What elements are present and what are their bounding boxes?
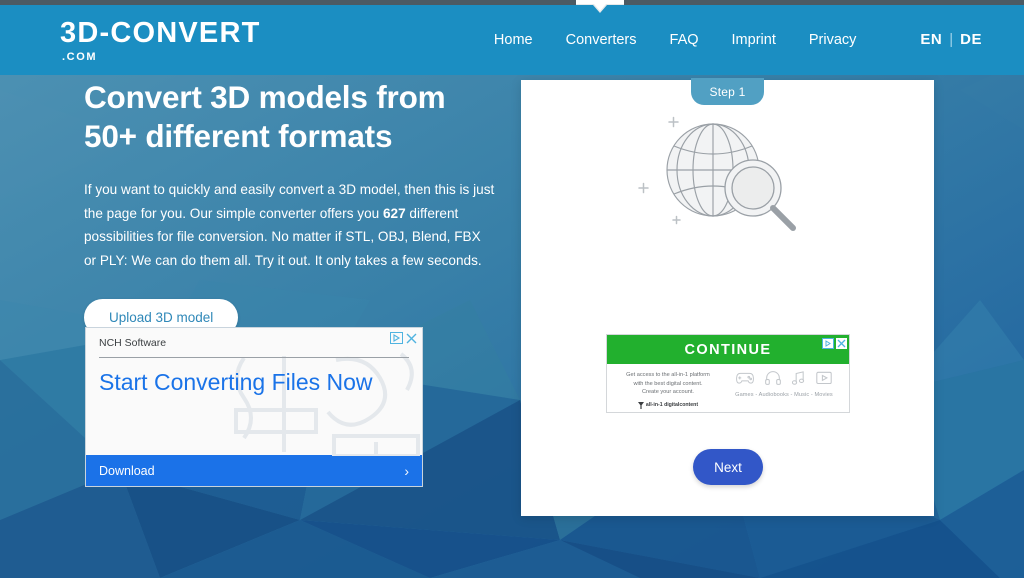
ad-right-brand: all-in-1 digitalcontent bbox=[637, 401, 699, 409]
ad-right-copy-text: Get access to the all-in-1 platform with… bbox=[626, 371, 710, 397]
advertisement-right[interactable]: CONTINUE Get access to the all-in-1 plat… bbox=[606, 334, 850, 413]
ad-right-controls bbox=[822, 336, 847, 354]
ad-left-divider bbox=[99, 357, 409, 358]
browser-chrome-strip bbox=[0, 0, 1024, 5]
adchoices-icon[interactable] bbox=[390, 331, 403, 349]
music-note-icon bbox=[792, 370, 805, 385]
adchoices-icon[interactable] bbox=[822, 336, 834, 354]
header-notch bbox=[576, 0, 624, 14]
ad-right-icon-block: Games - Audiobooks - Music - Movies bbox=[724, 368, 844, 409]
close-icon[interactable] bbox=[836, 336, 847, 354]
site-logo[interactable]: 3D-CONVERT .COM bbox=[60, 19, 261, 63]
gamepad-icon bbox=[736, 372, 754, 384]
headphones-icon bbox=[765, 371, 781, 385]
card-illustration bbox=[521, 102, 934, 242]
ad-left-content: NCH Software Start Converting Files Now bbox=[86, 328, 422, 456]
close-icon[interactable] bbox=[406, 331, 417, 349]
ad-left-advertiser-name: NCH Software bbox=[99, 337, 167, 349]
lang-option-en[interactable]: EN bbox=[920, 31, 942, 48]
ad-right-copy-line3: Create your account. bbox=[642, 389, 694, 396]
nav-item-home[interactable]: Home bbox=[494, 32, 533, 48]
ad-left-download-button[interactable]: Download › bbox=[86, 455, 422, 486]
ad-left-controls bbox=[390, 331, 417, 349]
logo-secondary-text: .COM bbox=[62, 51, 98, 63]
nav-item-converters[interactable]: Converters bbox=[566, 32, 637, 48]
lang-option-de[interactable]: DE bbox=[960, 31, 982, 48]
ad-left-headline: Start Converting Files Now bbox=[99, 369, 373, 395]
ad-watermark-graphic bbox=[234, 352, 420, 456]
next-button[interactable]: Next bbox=[693, 449, 763, 485]
page-title: Convert 3D models from 50+ different for… bbox=[84, 79, 446, 154]
main-navigation: Home Converters FAQ Imprint Privacy EN |… bbox=[494, 31, 1006, 48]
brand-mark-icon bbox=[637, 401, 644, 409]
video-player-icon bbox=[816, 371, 832, 384]
step-badge: Step 1 bbox=[691, 78, 764, 105]
hero-description-count: 627 bbox=[382, 205, 406, 221]
lang-separator: | bbox=[949, 31, 954, 48]
ad-right-cta-label: CONTINUE bbox=[684, 341, 772, 358]
ad-right-continue-button[interactable]: CONTINUE bbox=[607, 335, 849, 364]
hero-section: Convert 3D models from 50+ different for… bbox=[84, 78, 504, 336]
advertisement-left[interactable]: NCH Software Start Converting Files Now … bbox=[85, 327, 423, 487]
site-header: 3D-CONVERT .COM Home Converters FAQ Impr… bbox=[0, 5, 1024, 75]
ad-right-icon-row bbox=[736, 370, 832, 385]
ad-left-cta-label: Download bbox=[99, 463, 155, 478]
ad-right-copy-line1: Get access to the all-in-1 platform bbox=[626, 372, 710, 378]
nav-item-faq[interactable]: FAQ bbox=[670, 32, 699, 48]
nav-item-imprint[interactable]: Imprint bbox=[732, 32, 776, 48]
hero-description: If you want to quickly and easily conver… bbox=[84, 178, 496, 272]
ad-right-brand-text: all-in-1 digitalcontent bbox=[645, 402, 699, 409]
ad-right-copy-line2: with the best digital content. bbox=[633, 380, 703, 387]
nav-item-privacy[interactable]: Privacy bbox=[809, 32, 857, 48]
ad-right-content: Get access to the all-in-1 platform with… bbox=[607, 364, 849, 412]
language-switcher: EN | DE bbox=[920, 31, 982, 48]
ad-right-caption: Games - Audiobooks - Music - Movies bbox=[735, 392, 833, 398]
logo-primary-text: 3D-CONVERT bbox=[60, 17, 261, 49]
ad-right-copy-block: Get access to the all-in-1 platform with… bbox=[612, 368, 724, 409]
globe-magnifier-icon bbox=[637, 116, 796, 231]
chevron-right-icon: › bbox=[404, 462, 409, 479]
